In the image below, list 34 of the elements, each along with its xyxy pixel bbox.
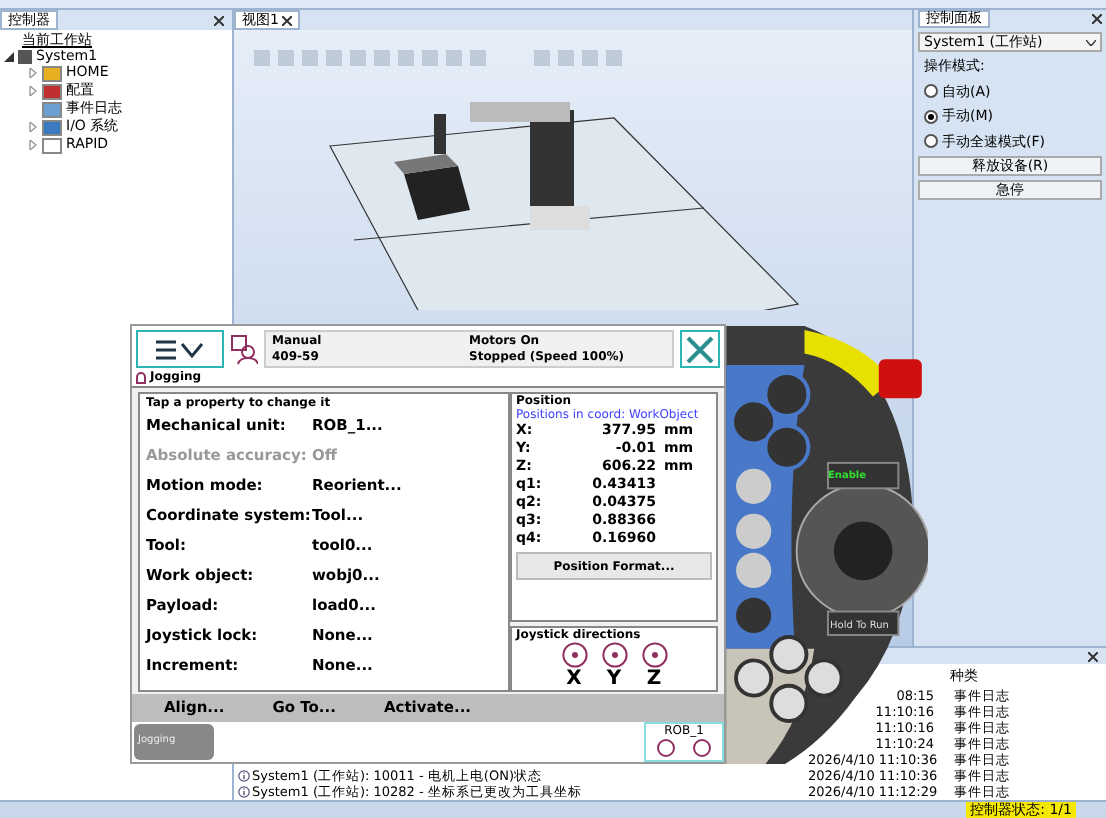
joystick-direction-icon — [641, 642, 667, 668]
joystick-direction-icon — [601, 642, 627, 668]
config-icon — [42, 83, 62, 99]
close-button[interactable] — [680, 330, 720, 368]
axis-label: Y — [606, 668, 622, 690]
robot-icon — [654, 738, 714, 758]
log-icon — [42, 101, 62, 117]
expand-toggle-icon[interactable] — [28, 86, 38, 96]
radio-button[interactable] — [924, 109, 938, 124]
expand-toggle-icon[interactable] — [28, 68, 38, 78]
menu-button[interactable] — [136, 330, 224, 368]
io-icon — [42, 119, 62, 135]
radio-button[interactable] — [924, 84, 938, 99]
axis-label: X — [566, 668, 582, 690]
close-icon — [686, 335, 714, 363]
expand-toggle-icon[interactable] — [28, 122, 38, 132]
chevron-down-icon — [1086, 39, 1096, 45]
axis-label: Z — [646, 668, 662, 690]
user-icon — [136, 371, 146, 383]
info-icon — [238, 786, 250, 798]
menu-icon — [156, 339, 204, 359]
expand-toggle-icon[interactable] — [28, 140, 38, 150]
controller-icon — [18, 49, 32, 63]
info-icon — [238, 770, 250, 782]
close-icon[interactable] — [1092, 14, 1102, 24]
radio-button[interactable] — [924, 134, 938, 149]
folder-icon — [42, 65, 62, 81]
rapid-icon — [42, 137, 62, 153]
user-icon — [230, 333, 258, 365]
close-icon[interactable] — [282, 15, 293, 25]
joystick-direction-icon — [561, 642, 587, 668]
expand-toggle-icon[interactable] — [4, 51, 14, 61]
close-icon[interactable] — [214, 15, 224, 25]
close-icon[interactable] — [1088, 651, 1098, 661]
